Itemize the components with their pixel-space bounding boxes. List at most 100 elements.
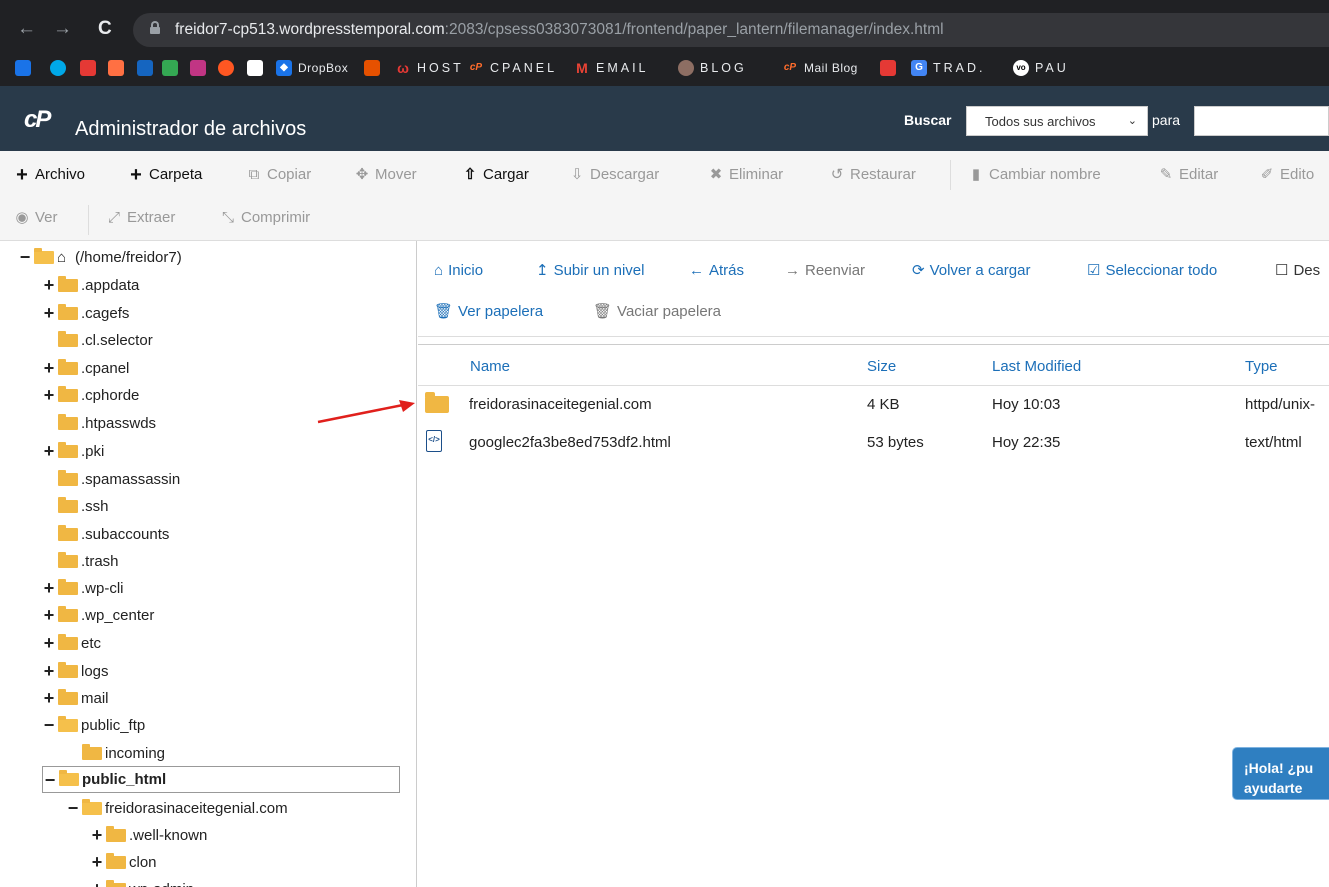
- tree-item[interactable]: − public_ftp: [42, 713, 145, 737]
- tree-item[interactable]: + .well-known: [90, 823, 207, 847]
- new-folder-button[interactable]: + Carpeta: [128, 165, 202, 185]
- tree-item[interactable]: + .appdata: [42, 273, 139, 297]
- tree-item[interactable]: + .cphorde: [42, 383, 139, 407]
- restore-button[interactable]: ↺ Restaurar: [829, 165, 916, 185]
- chat-widget[interactable]: ¡Hola! ¿pu ayudarte: [1232, 747, 1329, 800]
- bookmark-favicon-icon[interactable]: [137, 60, 153, 76]
- html-editor-button[interactable]: ✐ Edito: [1259, 165, 1315, 185]
- collapse-icon[interactable]: −: [66, 799, 80, 817]
- column-header-type[interactable]: Type: [1245, 358, 1278, 375]
- expand-icon[interactable]: +: [42, 359, 56, 377]
- forward-icon[interactable]: →: [53, 19, 72, 39]
- tree-item[interactable]: .ssh: [56, 494, 109, 518]
- tree-item[interactable]: .trash: [56, 549, 119, 573]
- bookmark-favicon-icon[interactable]: [190, 60, 206, 76]
- bookmark-favicon-icon[interactable]: [218, 60, 234, 76]
- expand-icon[interactable]: +: [42, 606, 56, 624]
- tree-item[interactable]: + .cpanel: [42, 356, 129, 380]
- delete-button[interactable]: ✖ Eliminar: [708, 165, 783, 185]
- view-trash-button[interactable]: 🗑 Ver papelera: [434, 302, 543, 322]
- collapse-icon[interactable]: −: [42, 716, 56, 734]
- column-header-size[interactable]: Size: [867, 358, 896, 375]
- edit-button[interactable]: ✎ Editar: [1158, 165, 1218, 185]
- empty-trash-button[interactable]: 🗑 Vaciar papelera: [593, 302, 721, 322]
- expand-icon[interactable]: +: [90, 826, 104, 844]
- compress-button[interactable]: ⤡ Comprimir: [220, 208, 310, 228]
- column-header-name[interactable]: Name: [470, 358, 510, 375]
- bookmark-blog[interactable]: BLOG: [678, 60, 747, 76]
- bookmark-email[interactable]: M EMAIL: [574, 60, 649, 76]
- expand-icon[interactable]: +: [42, 662, 56, 680]
- youtube-icon[interactable]: [880, 60, 896, 76]
- bookmark-host[interactable]: ω HOST: [395, 60, 464, 76]
- expand-icon[interactable]: +: [42, 442, 56, 460]
- folder-icon: [58, 441, 78, 458]
- select-all-button[interactable]: ☑ Seleccionar todo: [1087, 261, 1217, 281]
- reload-button[interactable]: ⟳ Volver a cargar: [912, 261, 1030, 281]
- bookmark-dropbox[interactable]: ◆ DropBox: [276, 60, 348, 76]
- tree-item[interactable]: +wp-admin: [90, 877, 194, 887]
- reload-icon[interactable]: C: [98, 19, 112, 39]
- tree-item[interactable]: + .cagefs: [42, 301, 129, 325]
- copy-button[interactable]: ⧉ Copiar: [246, 165, 312, 185]
- tree-item[interactable]: + mail: [42, 686, 109, 710]
- expand-icon[interactable]: +: [42, 579, 56, 597]
- bookmark-favicon-icon[interactable]: [247, 60, 263, 76]
- bookmark-mail-blog[interactable]: cP Mail Blog: [782, 60, 858, 76]
- expand-icon[interactable]: +: [42, 634, 56, 652]
- tree-item[interactable]: + clon: [90, 850, 157, 874]
- forward-button[interactable]: → Reenviar: [785, 261, 865, 281]
- bookmark-favicon-icon[interactable]: [108, 60, 124, 76]
- lock-icon[interactable]: [150, 21, 160, 34]
- expand-icon[interactable]: +: [42, 689, 56, 707]
- expand-icon[interactable]: +: [42, 386, 56, 404]
- collapse-icon[interactable]: −: [43, 771, 57, 789]
- extract-button[interactable]: ⤢ Extraer: [106, 208, 175, 228]
- tree-item[interactable]: .cl.selector: [56, 328, 153, 352]
- table-row[interactable]: freidorasinaceitegenial.com 4 KB Hoy 10:…: [418, 386, 1329, 424]
- tree-item[interactable]: − freidorasinaceitegenial.com: [66, 796, 288, 820]
- home-button[interactable]: ⌂ Inicio: [434, 261, 483, 281]
- rename-button[interactable]: ▮ Cambiar nombre: [968, 165, 1101, 185]
- tree-item[interactable]: + etc: [42, 631, 101, 655]
- download-button[interactable]: ⇩ Descargar: [569, 165, 660, 185]
- tree-item[interactable]: + logs: [42, 659, 109, 683]
- tree-item[interactable]: + .pki: [42, 439, 104, 463]
- new-file-button[interactable]: + Archivo: [14, 165, 85, 185]
- column-header-modified[interactable]: Last Modified: [992, 358, 1081, 375]
- back-button[interactable]: ← Atrás: [689, 261, 744, 281]
- back-icon[interactable]: ←: [17, 19, 36, 39]
- search-input[interactable]: [1194, 106, 1329, 136]
- move-button[interactable]: ✥ Mover: [354, 165, 417, 185]
- bookmark-cpanel[interactable]: cP CPANEL: [468, 60, 557, 76]
- bookmark-favicon-icon[interactable]: [80, 60, 96, 76]
- bookmark-favicon-icon[interactable]: [15, 60, 31, 76]
- expand-icon[interactable]: +: [42, 304, 56, 322]
- bookmark-favicon-icon[interactable]: [162, 60, 178, 76]
- table-row[interactable]: </> googlec2fa3be8ed753df2.html 53 bytes…: [418, 424, 1329, 462]
- expand-icon[interactable]: +: [90, 880, 104, 887]
- deselect-all-button[interactable]: ☐ Des: [1275, 261, 1320, 281]
- search-scope-select[interactable]: Todos sus archivos ⌄: [966, 106, 1148, 136]
- expand-icon[interactable]: +: [90, 853, 104, 871]
- tree-item[interactable]: .htpasswds: [56, 411, 156, 435]
- view-button[interactable]: ◉ Ver: [14, 208, 57, 228]
- tree-item-selected[interactable]: − public_html: [42, 766, 400, 793]
- tree-item[interactable]: + .wp-cli: [42, 576, 124, 600]
- upload-button[interactable]: ⇧ Cargar: [462, 165, 529, 185]
- up-one-level-button[interactable]: ↥ Subir un nivel: [536, 261, 644, 281]
- bookmark-favicon-icon[interactable]: [364, 60, 380, 76]
- tree-root[interactable]: − ⌂ (/home/freidor7): [18, 245, 182, 269]
- tree-item[interactable]: + .wp_center: [42, 603, 154, 627]
- tree-item[interactable]: incoming: [80, 741, 165, 765]
- bookmark-favicon-icon[interactable]: [50, 60, 66, 76]
- url-text[interactable]: freidor7-cp513.wordpresstemporal.com:208…: [175, 20, 944, 40]
- collapse-icon[interactable]: −: [18, 248, 32, 266]
- expand-icon[interactable]: +: [42, 276, 56, 294]
- browser-address-bar: ← → C freidor7-cp513.wordpresstemporal.c…: [0, 10, 1329, 50]
- cpanel-logo[interactable]: cP: [24, 106, 51, 134]
- tree-item[interactable]: .subaccounts: [56, 522, 169, 546]
- bookmark-pau[interactable]: vo PAU: [1013, 60, 1069, 76]
- bookmark-trad[interactable]: G TRAD.: [911, 60, 986, 76]
- tree-item[interactable]: .spamassassin: [56, 467, 180, 491]
